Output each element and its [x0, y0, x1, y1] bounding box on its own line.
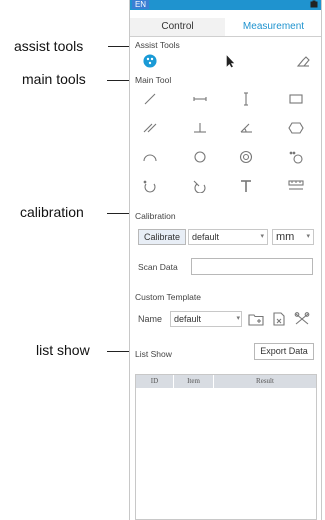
tools-icon[interactable]	[291, 309, 313, 329]
perpendicular-icon[interactable]	[189, 118, 211, 138]
template-name-value: default	[174, 314, 202, 324]
callout-assist-tools: assist tools	[14, 38, 84, 54]
tab-measurement[interactable]: Measurement	[226, 18, 321, 36]
chevron-down-icon: ▾	[306, 233, 310, 240]
delete-file-icon[interactable]	[268, 309, 290, 329]
export-data-button[interactable]: Export Data	[254, 343, 314, 360]
text-icon[interactable]	[235, 176, 257, 196]
vertical-line-icon[interactable]	[235, 89, 257, 109]
horizontal-line-icon[interactable]	[189, 89, 211, 109]
tab-control[interactable]: Control	[130, 18, 225, 36]
concentric-circle-icon[interactable]	[235, 147, 257, 167]
measurement-panel: EN Control Measurement Assist Tools Main…	[129, 0, 322, 520]
calibration-profile-select[interactable]: default ▾	[188, 229, 268, 245]
callout-main-tools: main tools	[22, 71, 86, 87]
top-bar: EN	[130, 0, 321, 10]
callout-line	[107, 351, 130, 352]
arc-point-icon[interactable]	[139, 176, 161, 196]
template-name-label: Name	[138, 314, 163, 324]
circle-icon[interactable]	[189, 147, 211, 167]
scan-data-input[interactable]	[191, 258, 313, 275]
point-circle-icon[interactable]	[285, 147, 307, 167]
custom-template-title: Custom Template	[135, 292, 201, 302]
pointer-arrow-icon[interactable]	[218, 51, 240, 71]
list-show-title: List Show	[135, 349, 172, 359]
palette-icon[interactable]	[139, 51, 161, 71]
callout-line	[107, 213, 130, 214]
arc-angle-icon[interactable]	[189, 176, 211, 196]
line-icon[interactable]	[139, 89, 161, 109]
unit-value: mm	[276, 231, 295, 243]
callout-line	[107, 80, 130, 81]
callout-line	[108, 46, 130, 47]
column-header-id[interactable]: ID	[136, 375, 174, 388]
tab-bar: Control Measurement	[130, 18, 321, 37]
result-table[interactable]: ID Item Result	[135, 374, 317, 520]
rectangle-icon[interactable]	[285, 89, 307, 109]
callout-calibration: calibration	[20, 204, 84, 220]
add-folder-icon[interactable]	[245, 309, 267, 329]
polygon-icon[interactable]	[285, 118, 307, 138]
column-header-item[interactable]: Item	[174, 375, 214, 388]
calibrate-button[interactable]: Calibrate	[138, 229, 186, 245]
chevron-down-icon: ▾	[236, 315, 240, 322]
calibration-profile-value: default	[192, 232, 220, 242]
scale-bar-icon[interactable]	[285, 176, 307, 196]
column-header-result[interactable]: Result	[214, 375, 316, 388]
language-badge[interactable]: EN	[132, 0, 149, 9]
scan-data-label: Scan Data	[138, 262, 178, 272]
camera-icon[interactable]	[310, 0, 318, 8]
chevron-down-icon: ▾	[260, 233, 264, 240]
table-header: ID Item Result	[136, 375, 316, 388]
main-tool-title: Main Tool	[135, 75, 172, 85]
angle-icon[interactable]	[235, 118, 257, 138]
parallel-lines-icon[interactable]	[139, 118, 161, 138]
unit-select[interactable]: mm ▾	[272, 229, 314, 245]
assist-tools-title: Assist Tools	[135, 40, 180, 50]
callout-list-show: list show	[36, 342, 90, 358]
template-name-select[interactable]: default ▾	[170, 311, 242, 327]
calibration-title: Calibration	[135, 211, 176, 221]
eraser-icon[interactable]	[292, 51, 314, 71]
arc-icon[interactable]	[139, 147, 161, 167]
